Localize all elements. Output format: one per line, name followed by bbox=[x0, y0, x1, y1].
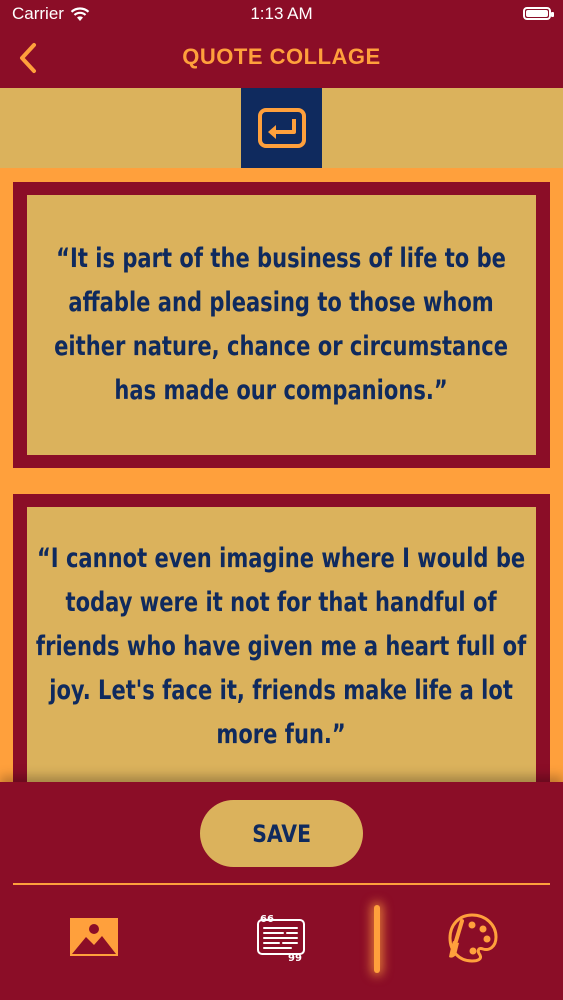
svg-text:66: 66 bbox=[260, 914, 274, 925]
image-icon bbox=[70, 918, 118, 956]
quote-card[interactable]: “I cannot even imagine where I would be … bbox=[13, 494, 550, 800]
quote-text: “It is part of the business of life to b… bbox=[54, 243, 509, 406]
quote-card-inner: “I cannot even imagine where I would be … bbox=[27, 507, 536, 787]
palette-icon bbox=[448, 913, 498, 963]
save-button[interactable]: SAVE bbox=[200, 800, 363, 867]
status-time: 1:13 AM bbox=[250, 4, 313, 23]
quote-card[interactable]: “It is part of the business of life to b… bbox=[13, 182, 550, 468]
quote-card-inner: “It is part of the business of life to b… bbox=[27, 195, 536, 455]
quote-text-icon: 66 99 bbox=[257, 914, 305, 961]
undo-return-icon bbox=[257, 108, 306, 148]
undo-button[interactable] bbox=[241, 88, 322, 168]
save-button-label: SAVE bbox=[252, 819, 311, 848]
tab-image[interactable] bbox=[64, 907, 124, 967]
tab-text[interactable]: 66 99 bbox=[251, 907, 311, 967]
nav-bar: QUOTE COLLAGE bbox=[0, 28, 563, 88]
divider bbox=[13, 883, 550, 885]
bottom-panel: SAVE 66 99 bbox=[0, 782, 563, 1000]
quote-text: “I cannot even imagine where I would be … bbox=[36, 543, 527, 750]
battery-icon bbox=[523, 7, 554, 20]
svg-text:99: 99 bbox=[288, 953, 302, 961]
status-bar: Carrier 1:13 AM bbox=[0, 0, 563, 28]
toolbar-strip bbox=[0, 88, 563, 168]
page-title: QUOTE COLLAGE bbox=[182, 44, 381, 69]
tab-style[interactable] bbox=[440, 907, 500, 967]
selected-tab-indicator bbox=[374, 905, 380, 973]
